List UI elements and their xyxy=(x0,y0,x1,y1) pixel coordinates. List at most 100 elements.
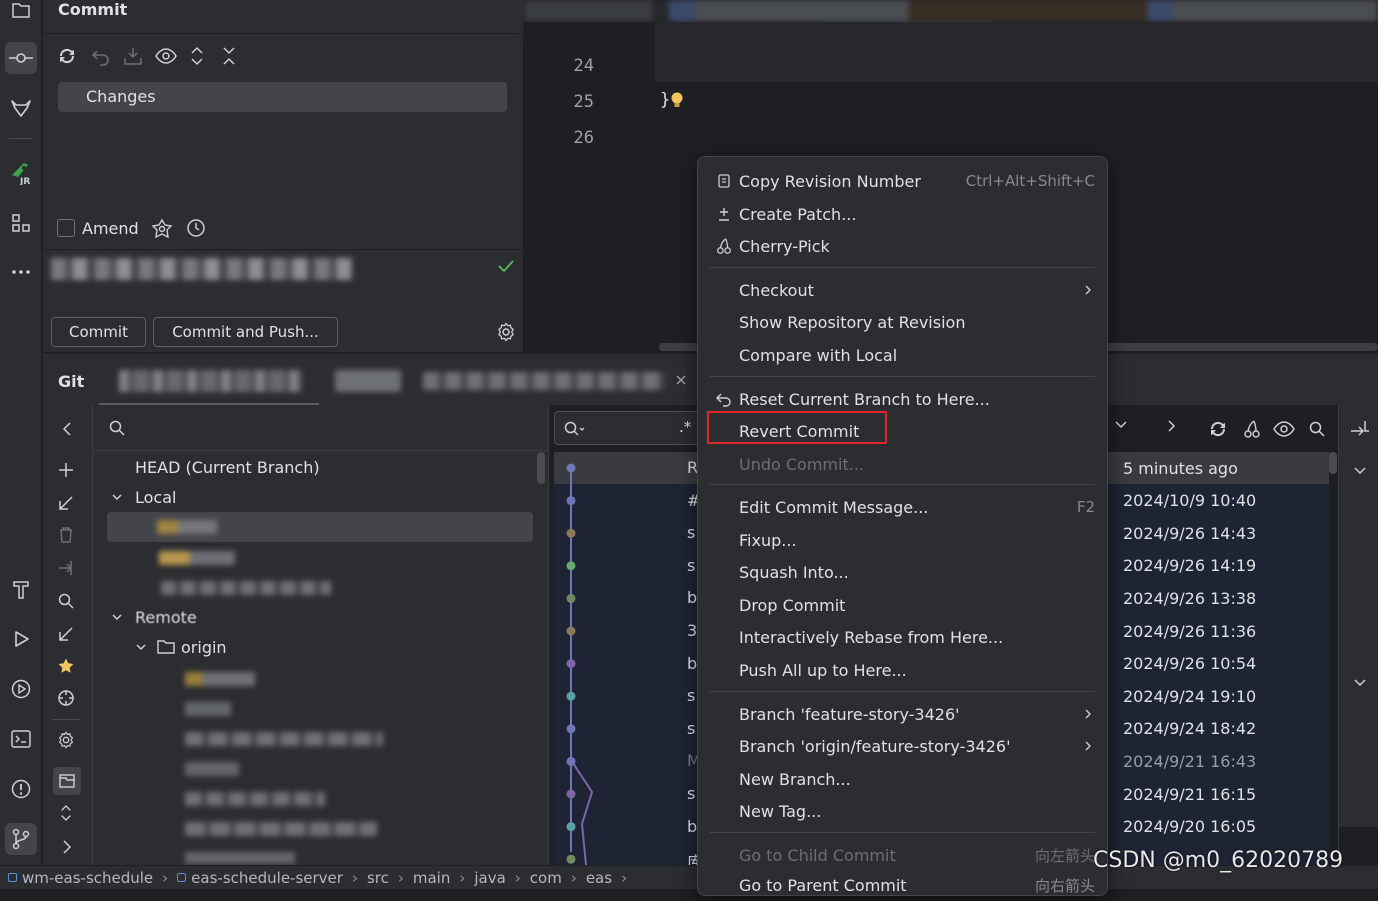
remote-branch-row[interactable] xyxy=(185,702,231,716)
breadcrumb-item[interactable]: wm-eas-schedule › xyxy=(8,869,177,887)
menu-item-branch-feature-story[interactable]: Branch 'feature-story-3426' xyxy=(710,698,1095,730)
chevron-down-icon[interactable] xyxy=(1353,677,1367,689)
group-by-directory-button[interactable] xyxy=(53,767,81,795)
menu-item-label: Branch 'feature-story-3426' xyxy=(739,704,960,724)
chevron-down-icon[interactable] xyxy=(1353,465,1367,477)
chevron-right-icon[interactable] xyxy=(60,839,74,855)
problems-icon[interactable] xyxy=(5,773,37,805)
refresh-log-icon[interactable] xyxy=(1208,419,1228,439)
menu-item-squash-into[interactable]: Squash Into... xyxy=(710,556,1095,588)
menu-item-drop-commit[interactable]: Drop Commit xyxy=(710,589,1095,621)
add-icon[interactable] xyxy=(57,461,75,479)
services-icon[interactable] xyxy=(5,673,37,705)
remote-branch-row[interactable] xyxy=(185,822,377,836)
breadcrumb-item[interactable]: main › xyxy=(413,869,474,887)
menu-item-compare-with-local[interactable]: Compare with Local xyxy=(710,339,1095,371)
locate-icon[interactable] xyxy=(57,689,75,707)
favorite-star-icon[interactable] xyxy=(57,657,75,675)
remote-branch-row[interactable] xyxy=(185,732,383,746)
menu-item-interactively-rebase[interactable]: Interactively Rebase from Here... xyxy=(710,621,1095,653)
menu-item-fixup[interactable]: Fixup... xyxy=(710,524,1095,556)
dropdown-chevron-icon[interactable] xyxy=(1114,419,1128,431)
settings-icon[interactable] xyxy=(57,731,75,749)
more-icon[interactable] xyxy=(5,256,37,288)
commit-message-field[interactable] xyxy=(51,258,353,280)
commit-icon[interactable] xyxy=(5,42,37,74)
origin-node[interactable]: origin xyxy=(135,632,227,662)
search-icon[interactable] xyxy=(57,592,75,610)
menu-item-new-branch[interactable]: New Branch... xyxy=(710,763,1095,795)
history-icon[interactable] xyxy=(186,218,206,238)
menu-item-go-to-parent-commit[interactable]: Go to Parent Commit 向右箭头 xyxy=(710,869,1095,901)
menu-item-cherry-pick[interactable]: Cherry-Pick xyxy=(710,230,1095,262)
amend-checkbox[interactable] xyxy=(57,219,75,237)
commit-options-icon[interactable] xyxy=(151,218,173,240)
remote-branch-row[interactable] xyxy=(185,792,325,806)
remote-branch-row[interactable] xyxy=(185,762,239,776)
project-icon[interactable] xyxy=(5,0,37,26)
editor-tabs[interactable] xyxy=(524,0,1378,22)
head-branch-node[interactable]: HEAD (Current Branch) xyxy=(135,452,320,482)
remote-branch-row[interactable] xyxy=(185,672,255,686)
eye-icon[interactable] xyxy=(155,46,177,66)
menu-item-edit-commit-message[interactable]: Edit Commit Message... F2 xyxy=(710,491,1095,523)
breadcrumb-item[interactable]: src › xyxy=(367,869,413,887)
selected-branch-row[interactable] xyxy=(107,512,533,542)
expand-collapse-icon[interactable] xyxy=(59,803,73,823)
settings-gear-icon[interactable] xyxy=(496,322,516,342)
cherry-pick-icon[interactable] xyxy=(1242,419,1262,439)
terminal-icon[interactable] xyxy=(5,723,37,755)
menu-item-checkout[interactable]: Checkout xyxy=(710,274,1095,306)
jrebel-icon[interactable]: JR xyxy=(5,156,37,188)
show-details-icon[interactable] xyxy=(1349,419,1371,439)
regex-toggle[interactable]: .* xyxy=(679,418,691,436)
close-tab-icon[interactable] xyxy=(675,374,687,386)
lightbulb-icon[interactable] xyxy=(670,91,684,109)
fetch-icon[interactable] xyxy=(57,625,75,643)
branch-row[interactable] xyxy=(161,581,331,595)
log-search-input[interactable]: .* xyxy=(554,411,699,445)
branch-search-icon[interactable] xyxy=(108,419,126,437)
menu-item-create-patch[interactable]: Create Patch... xyxy=(710,198,1095,230)
structure-icon[interactable] xyxy=(5,207,37,239)
merge-icon[interactable] xyxy=(57,559,75,577)
collapse-all-icon[interactable] xyxy=(221,46,237,66)
commit-button[interactable]: Commit xyxy=(51,317,146,347)
git-tab[interactable] xyxy=(335,370,401,392)
shelve-icon[interactable] xyxy=(123,46,143,66)
menu-item-push-all-up-to-here[interactable]: Push All up to Here... xyxy=(710,654,1095,686)
refresh-icon[interactable] xyxy=(57,46,77,66)
local-node[interactable]: Local xyxy=(111,482,176,512)
log-scrollbar[interactable] xyxy=(1329,452,1337,474)
chevron-left-icon[interactable] xyxy=(60,421,74,437)
branches-scrollbar[interactable] xyxy=(537,452,545,484)
branch-row[interactable] xyxy=(159,551,235,565)
remote-node[interactable]: Remote xyxy=(111,602,197,632)
menu-item-branch-origin-feature-story[interactable]: Branch 'origin/feature-story-3426' xyxy=(710,730,1095,762)
changes-node[interactable]: Changes xyxy=(58,82,507,112)
gitlab-icon[interactable] xyxy=(5,92,37,124)
breadcrumb-item[interactable]: com › xyxy=(530,869,586,887)
menu-item-show-repository-at-revision[interactable]: Show Repository at Revision xyxy=(710,306,1095,338)
expand-all-icon[interactable] xyxy=(189,46,205,66)
breadcrumb-item[interactable]: eas › xyxy=(586,869,636,887)
menu-item-undo-commit[interactable]: Undo Commit... xyxy=(710,448,1095,480)
menu-item-copy-revision-number[interactable]: Copy Revision Number Ctrl+Alt+Shift+C xyxy=(710,165,1095,197)
breadcrumb-item[interactable]: eas-schedule-server › xyxy=(177,869,367,887)
remote-branch-row[interactable] xyxy=(185,852,295,864)
rollback-icon[interactable] xyxy=(91,46,111,66)
breadcrumb-item[interactable]: java › xyxy=(474,869,529,887)
git-tab[interactable] xyxy=(423,372,665,390)
chevron-right-icon[interactable] xyxy=(1166,419,1178,433)
menu-item-go-to-child-commit[interactable]: Go to Child Commit 向左箭头 xyxy=(710,839,1095,871)
eye-icon[interactable] xyxy=(1273,419,1295,439)
build-icon[interactable] xyxy=(5,573,37,605)
delete-icon[interactable] xyxy=(57,526,75,544)
commit-and-push-button[interactable]: Commit and Push... xyxy=(153,317,338,347)
run-icon[interactable] xyxy=(5,623,37,655)
menu-item-new-tag[interactable]: New Tag... xyxy=(710,795,1095,827)
log-find-icon[interactable] xyxy=(1308,420,1326,438)
update-icon[interactable] xyxy=(57,494,75,512)
git-tab[interactable] xyxy=(119,370,303,392)
git-icon[interactable] xyxy=(5,823,37,855)
